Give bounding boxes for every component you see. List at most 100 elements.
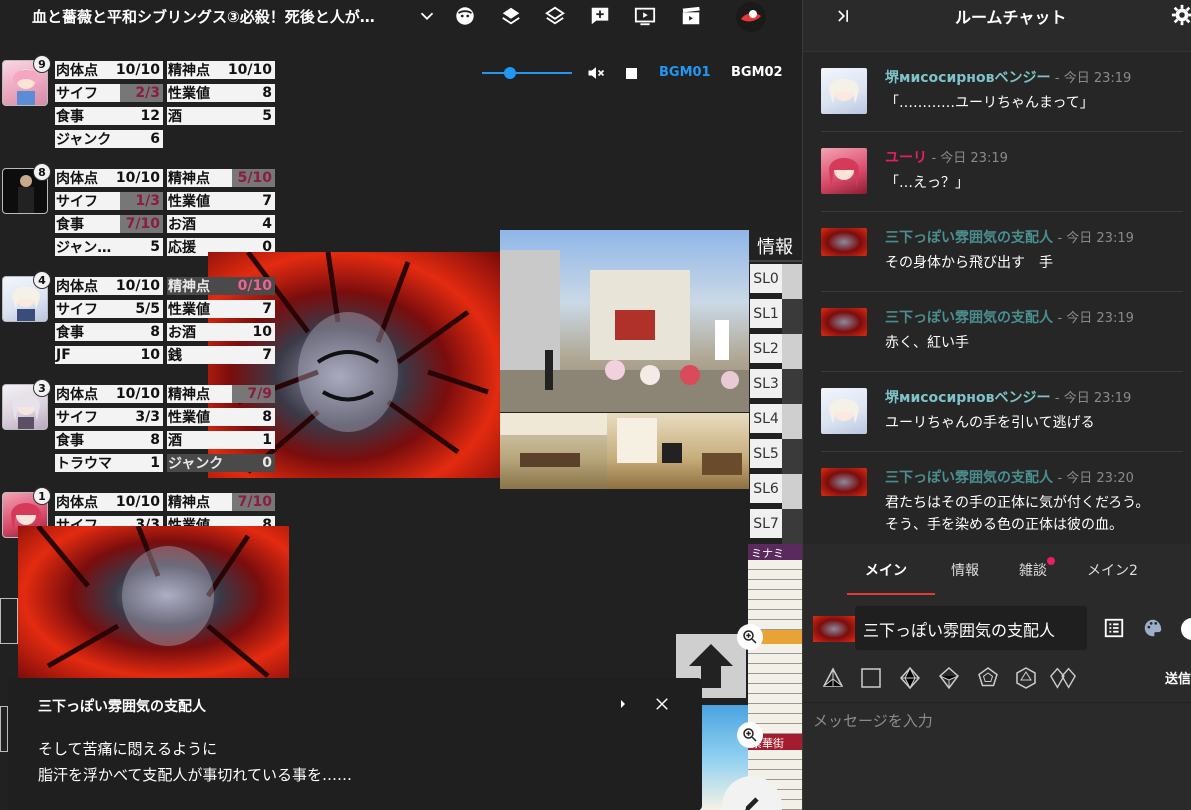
board-image-station[interactable] <box>500 230 749 412</box>
zoom-in-icon[interactable] <box>737 722 763 748</box>
avatar[interactable] <box>821 148 867 194</box>
volume-slider-knob[interactable] <box>503 67 516 79</box>
gear-icon[interactable] <box>1171 4 1191 28</box>
chevron-down-icon[interactable] <box>414 3 440 29</box>
stat-row[interactable]: 酒1 <box>167 431 275 449</box>
message-author[interactable]: 堺мисосирновベンジー <box>885 70 1050 86</box>
stat-row[interactable]: 性業値8 <box>167 408 275 426</box>
add-message-icon[interactable] <box>587 3 613 29</box>
stat-row[interactable]: 性業値 7 <box>167 192 275 210</box>
board-image-room-2[interactable] <box>607 413 749 489</box>
stat-row[interactable]: ジャン… 5 <box>55 238 163 256</box>
stat-row[interactable]: ジャンク 6 <box>55 130 163 148</box>
info-panel-label[interactable]: 情報 <box>749 230 802 262</box>
stat-row[interactable]: 肉体点 10/10 <box>55 385 163 403</box>
stat-row[interactable]: 精神点 7/10 <box>167 493 275 511</box>
message-author[interactable]: 堺мисосирновベンジー <box>885 390 1050 406</box>
tab-info[interactable]: 情報 <box>951 560 979 580</box>
stat-row[interactable]: 精神点 0/10 <box>167 277 275 295</box>
tab-chat[interactable]: 雑談 <box>1019 560 1047 580</box>
message-author[interactable]: 三下っぽい雰囲気の支配人 <box>885 470 1053 486</box>
scene-item[interactable]: SL1 <box>750 299 782 330</box>
board-image-menu[interactable]: ミナミ 繁華街 <box>748 544 802 810</box>
stat-row[interactable]: 精神点 5/10 <box>167 169 275 187</box>
message-author[interactable]: 三下っぽい雰囲気の支配人 <box>885 310 1053 326</box>
screen-play-icon[interactable] <box>632 3 658 29</box>
message-input[interactable]: メッセージを入力 <box>813 710 1183 740</box>
tab-main2[interactable]: メイン2 <box>1087 560 1138 580</box>
app-root: { "header": { "room_title": "血と薔薇と平和シブリン… <box>0 0 1191 810</box>
avatar[interactable] <box>0 706 8 752</box>
d10-icon[interactable] <box>935 664 963 692</box>
d4-icon[interactable] <box>819 664 847 692</box>
speaker-avatar[interactable] <box>813 616 855 642</box>
movie-clapper-icon[interactable] <box>678 3 704 29</box>
next-arrow-icon[interactable] <box>611 692 635 716</box>
stat-row[interactable]: 肉体点 10/10 <box>55 277 163 295</box>
bgm-track-1[interactable]: BGM01 <box>659 65 711 80</box>
stat-row[interactable]: ジャンク 0 <box>167 454 275 472</box>
stat-row[interactable]: 銭7 <box>167 346 275 364</box>
avatar[interactable] <box>821 468 867 496</box>
stat-row[interactable]: 食事 12 <box>55 107 163 125</box>
stat-row[interactable]: 酒5 <box>167 107 275 125</box>
send-button[interactable]: 送信 <box>1165 668 1191 687</box>
collapse-panel-icon[interactable] <box>833 6 857 30</box>
scene-item[interactable]: SL7 <box>750 509 782 540</box>
app-logo[interactable] <box>736 2 766 32</box>
stop-icon[interactable] <box>626 68 637 79</box>
volume-slider-track[interactable] <box>482 72 572 74</box>
speaker-select[interactable]: 三下っぽい雰囲気の支配人 <box>855 606 1087 650</box>
stat-row[interactable]: サイフ 1/3 <box>55 192 163 210</box>
zoom-in-icon[interactable] <box>737 624 763 650</box>
d8-icon[interactable] <box>896 664 924 692</box>
scene-item[interactable]: SL3 <box>750 369 782 400</box>
d100-icon[interactable] <box>1049 664 1077 692</box>
message-author[interactable]: ユーリ <box>885 150 927 166</box>
scene-item[interactable]: SL4 <box>750 404 782 435</box>
avatar[interactable] <box>821 228 867 256</box>
stat-row[interactable]: お酒 10 <box>167 323 275 341</box>
stat-row[interactable]: 食事 8 <box>55 431 163 449</box>
stat-row[interactable]: サイフ 2/3 <box>55 84 163 102</box>
toggle-switch[interactable] <box>1181 618 1191 640</box>
message-author[interactable]: 三下っぽい雰囲気の支配人 <box>885 230 1053 246</box>
close-icon[interactable] <box>650 692 674 716</box>
d12-icon[interactable] <box>974 664 1002 692</box>
scene-item[interactable]: SL2 <box>750 334 782 365</box>
avatar[interactable] <box>0 598 18 644</box>
d6-icon[interactable] <box>857 664 885 692</box>
stat-row[interactable]: サイフ 5/5 <box>55 300 163 318</box>
chat-tabs: メイン 情報 雑談 メイン2 <box>803 544 1191 596</box>
face-icon[interactable] <box>452 3 478 29</box>
stat-row[interactable]: 精神点 10/10 <box>167 61 275 79</box>
layers-icon[interactable] <box>498 3 524 29</box>
stat-row[interactable]: 食事 8 <box>55 323 163 341</box>
stat-row[interactable]: 性業値8 <box>167 84 275 102</box>
stat-row[interactable]: お酒 4 <box>167 215 275 233</box>
avatar[interactable] <box>821 308 867 336</box>
avatar[interactable] <box>821 388 867 434</box>
mute-icon[interactable] <box>586 63 608 85</box>
stat-row[interactable]: 肉体点 10/10 <box>55 169 163 187</box>
stat-row[interactable]: トラウマ 1 <box>55 454 163 472</box>
scene-item[interactable]: SL5 <box>750 439 782 470</box>
d20-icon[interactable] <box>1012 664 1040 692</box>
layers-outline-icon[interactable] <box>542 3 568 29</box>
scene-item[interactable]: SL6 <box>750 474 782 505</box>
list-icon[interactable] <box>1101 615 1127 641</box>
board-image-room-1[interactable] <box>500 413 607 489</box>
avatar[interactable] <box>821 68 867 114</box>
board-image-red-hands-2[interactable] <box>18 526 289 680</box>
stat-row[interactable]: 性業値 7 <box>167 300 275 318</box>
bgm-track-2[interactable]: BGM02 <box>731 65 783 80</box>
scene-item[interactable]: SL0 <box>750 264 782 295</box>
stat-row[interactable]: サイフ3/3 <box>55 408 163 426</box>
palette-icon[interactable] <box>1140 615 1166 641</box>
stat-row[interactable]: 肉体点 10/10 <box>55 61 163 79</box>
stat-row[interactable]: 食事 7/10 <box>55 215 163 233</box>
stat-row[interactable]: JF 10 <box>55 346 163 364</box>
stat-row[interactable]: 精神点 7/9 <box>167 385 275 403</box>
stat-row[interactable]: 肉体点 10/10 <box>55 493 163 511</box>
tab-main[interactable]: メイン <box>865 560 907 580</box>
